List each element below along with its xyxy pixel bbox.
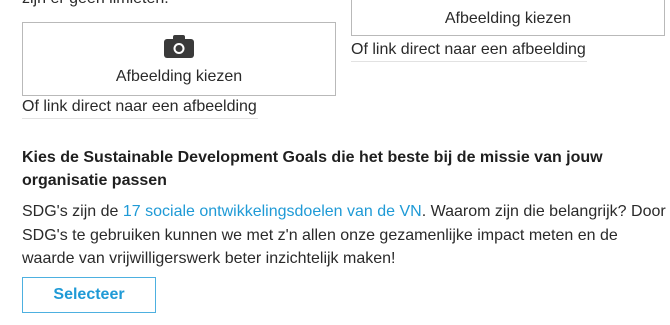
choose-image-label: Afbeelding kiezen (444, 10, 572, 27)
image-upload-box-right[interactable]: Afbeelding kiezen (351, 0, 665, 36)
sdg-description-text-start: SDG's zijn de (22, 203, 123, 220)
image-link-input-right[interactable]: Of link direct naar een afbeelding (351, 41, 587, 62)
page: zijn er geen limieten. Afbeelding kiezen… (0, 0, 670, 325)
sdg-section-title: Kies de Sustainable Development Goals di… (22, 149, 603, 189)
image-link-input-left[interactable]: Of link direct naar een afbeelding (22, 98, 258, 119)
sdg-description: SDG's zijn de 17 sociale ontwikkelingsdo… (22, 200, 667, 271)
image-upload-box-left[interactable]: Afbeelding kiezen (22, 22, 336, 96)
intro-text: zijn er geen limieten. (22, 0, 169, 9)
sdg-un-goals-link[interactable]: 17 sociale ontwikkelingsdoelen van de VN (123, 203, 422, 220)
camera-icon (163, 35, 195, 59)
select-sdg-button[interactable]: Selecteer (22, 277, 156, 313)
choose-image-label: Afbeelding kiezen (115, 68, 243, 85)
